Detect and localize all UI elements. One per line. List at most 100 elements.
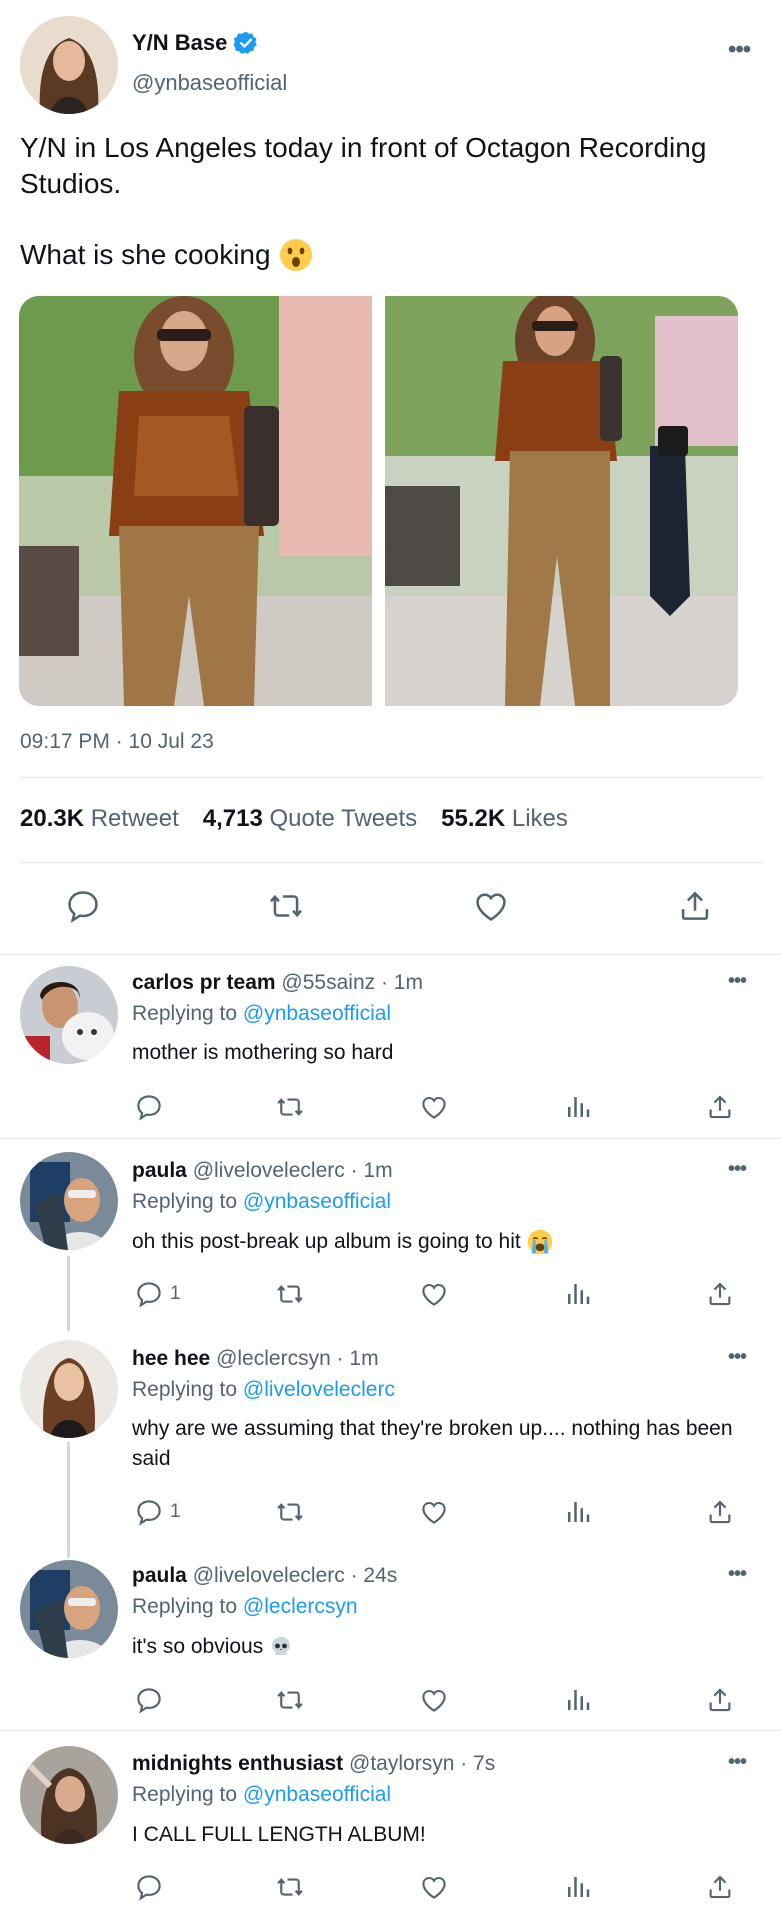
replying-to: Replying to @ynbaseofficial bbox=[132, 1783, 391, 1807]
replying-prefix: Replying to bbox=[132, 1190, 238, 1213]
reply-time[interactable]: · 1m bbox=[351, 1159, 393, 1182]
reply-count: 1 bbox=[170, 1283, 181, 1304]
tweet-text-question: What is she cooking bbox=[20, 239, 271, 270]
replying-to-handle[interactable]: @ynbaseofficial bbox=[243, 1002, 391, 1025]
likes-value: 55.2K bbox=[441, 805, 506, 832]
reply-handle[interactable]: @55sainz bbox=[281, 971, 375, 994]
reply-avatar[interactable] bbox=[20, 1340, 118, 1438]
reply-time[interactable]: · 1m bbox=[381, 971, 423, 994]
more-icon[interactable]: ••• bbox=[728, 36, 751, 64]
replying-to-handle[interactable]: @ynbaseofficial bbox=[243, 1783, 391, 1806]
reply-time[interactable]: · 7s bbox=[460, 1752, 495, 1775]
analytics-icon[interactable] bbox=[563, 1279, 593, 1309]
reply-handle[interactable]: @taylorsyn bbox=[349, 1752, 454, 1775]
reply-handle[interactable]: @liveloveleclerc bbox=[193, 1564, 345, 1587]
reply-text: oh this post-break up album is going to … bbox=[132, 1230, 521, 1253]
thread-line bbox=[67, 1442, 70, 1558]
analytics-icon[interactable] bbox=[563, 1092, 593, 1122]
like-icon[interactable] bbox=[419, 1092, 449, 1122]
replying-to: Replying to @ynbaseofficial bbox=[132, 1190, 391, 1214]
reply-avatar[interactable] bbox=[20, 1746, 118, 1844]
reply-header: paula @liveloveleclerc · 24s bbox=[132, 1564, 397, 1588]
share-icon[interactable] bbox=[705, 1092, 735, 1122]
reply-text: mother is mothering so hard bbox=[132, 1041, 394, 1064]
divider bbox=[20, 862, 762, 863]
reply-header: midnights enthusiast @taylorsyn · 7s bbox=[132, 1752, 495, 1776]
analytics-icon[interactable] bbox=[563, 1872, 593, 1902]
like-icon[interactable] bbox=[419, 1497, 449, 1527]
share-icon[interactable] bbox=[705, 1685, 735, 1715]
more-icon[interactable]: ••• bbox=[728, 1158, 747, 1181]
retweet-icon[interactable] bbox=[274, 1872, 306, 1902]
tweet-text: Y/N in Los Angeles today in front of Oct… bbox=[20, 132, 707, 199]
like-icon[interactable] bbox=[472, 887, 510, 925]
replying-prefix: Replying to bbox=[132, 1002, 238, 1025]
reply-text: it's so obvious bbox=[132, 1635, 264, 1658]
author-name[interactable]: Y/N Base bbox=[132, 30, 259, 56]
tweet-photo-1[interactable] bbox=[19, 296, 372, 706]
reply-handle[interactable]: @liveloveleclerc bbox=[193, 1159, 345, 1182]
divider bbox=[20, 777, 762, 778]
more-icon[interactable]: ••• bbox=[728, 1563, 747, 1586]
replying-to: Replying to @ynbaseofficial bbox=[132, 1002, 391, 1026]
retweet-icon[interactable] bbox=[274, 1497, 306, 1527]
reply-time[interactable]: · 1m bbox=[337, 1347, 379, 1370]
retweets-label: Retweet bbox=[90, 805, 179, 832]
retweet-icon[interactable] bbox=[266, 887, 306, 925]
divider bbox=[0, 1730, 782, 1731]
author-display-name[interactable]: Y/N Base bbox=[132, 30, 227, 56]
reply-display-name[interactable]: paula bbox=[132, 1564, 187, 1587]
retweet-icon[interactable] bbox=[274, 1685, 306, 1715]
reply-avatar[interactable] bbox=[20, 1152, 118, 1250]
reply-icon[interactable] bbox=[134, 1497, 164, 1527]
retweets-stat[interactable]: 20.3K Retweet bbox=[20, 805, 179, 833]
quotes-stat[interactable]: 4,713 Quote Tweets bbox=[203, 805, 417, 833]
reply-display-name[interactable]: midnights enthusiast bbox=[132, 1752, 343, 1775]
share-icon[interactable] bbox=[705, 1279, 735, 1309]
replying-to-handle[interactable]: @liveloveleclerc bbox=[243, 1378, 395, 1401]
like-icon[interactable] bbox=[419, 1279, 449, 1309]
reply-text: why are we assuming that they're broken … bbox=[132, 1417, 733, 1470]
retweet-icon[interactable] bbox=[274, 1092, 306, 1122]
share-icon[interactable] bbox=[705, 1872, 735, 1902]
reply-display-name[interactable]: hee hee bbox=[132, 1347, 210, 1370]
more-icon[interactable]: ••• bbox=[728, 970, 747, 993]
reply-text-row: it's so obvious bbox=[132, 1632, 762, 1662]
replying-to-handle[interactable]: @leclercsyn bbox=[243, 1595, 358, 1618]
reply-icon[interactable] bbox=[134, 1092, 164, 1122]
reply-handle[interactable]: @leclercsyn bbox=[216, 1347, 331, 1370]
reply-header: paula @liveloveleclerc · 1m bbox=[132, 1159, 393, 1183]
analytics-icon[interactable] bbox=[563, 1497, 593, 1527]
tweet-photo-2[interactable] bbox=[385, 296, 738, 706]
analytics-icon[interactable] bbox=[563, 1685, 593, 1715]
divider bbox=[0, 954, 782, 955]
retweet-icon[interactable] bbox=[274, 1279, 306, 1309]
reply-avatar[interactable] bbox=[20, 966, 118, 1064]
likes-label: Likes bbox=[511, 805, 568, 832]
reply-time[interactable]: · 24s bbox=[351, 1564, 398, 1587]
replying-prefix: Replying to bbox=[132, 1378, 238, 1401]
replying-to-handle[interactable]: @ynbaseofficial bbox=[243, 1190, 391, 1213]
reply-display-name[interactable]: paula bbox=[132, 1159, 187, 1182]
tweet-timestamp[interactable]: 09:17 PM · 10 Jul 23 bbox=[20, 730, 214, 754]
share-icon[interactable] bbox=[676, 887, 714, 925]
verified-badge-icon bbox=[233, 31, 258, 54]
more-icon[interactable]: ••• bbox=[728, 1346, 747, 1369]
reply-icon[interactable] bbox=[64, 887, 102, 925]
share-icon[interactable] bbox=[705, 1497, 735, 1527]
author-handle[interactable]: @ynbaseofficial bbox=[132, 70, 287, 96]
tweet-stats: 20.3K Retweet 4,713 Quote Tweets 55.2K L… bbox=[20, 805, 568, 833]
likes-stat[interactable]: 55.2K Likes bbox=[441, 805, 568, 833]
more-icon[interactable]: ••• bbox=[728, 1751, 747, 1774]
author-avatar[interactable] bbox=[20, 16, 118, 114]
reply-avatar[interactable] bbox=[20, 1560, 118, 1658]
tweet-text-line2: What is she cooking bbox=[20, 237, 313, 273]
reply-icon[interactable] bbox=[134, 1872, 164, 1902]
retweets-value: 20.3K bbox=[20, 805, 85, 832]
reply-display-name[interactable]: carlos pr team bbox=[132, 971, 276, 994]
reply-icon[interactable] bbox=[134, 1279, 164, 1309]
reply-icon[interactable] bbox=[134, 1685, 164, 1715]
like-icon[interactable] bbox=[419, 1872, 449, 1902]
thread-line bbox=[67, 1256, 70, 1331]
like-icon[interactable] bbox=[419, 1685, 449, 1715]
